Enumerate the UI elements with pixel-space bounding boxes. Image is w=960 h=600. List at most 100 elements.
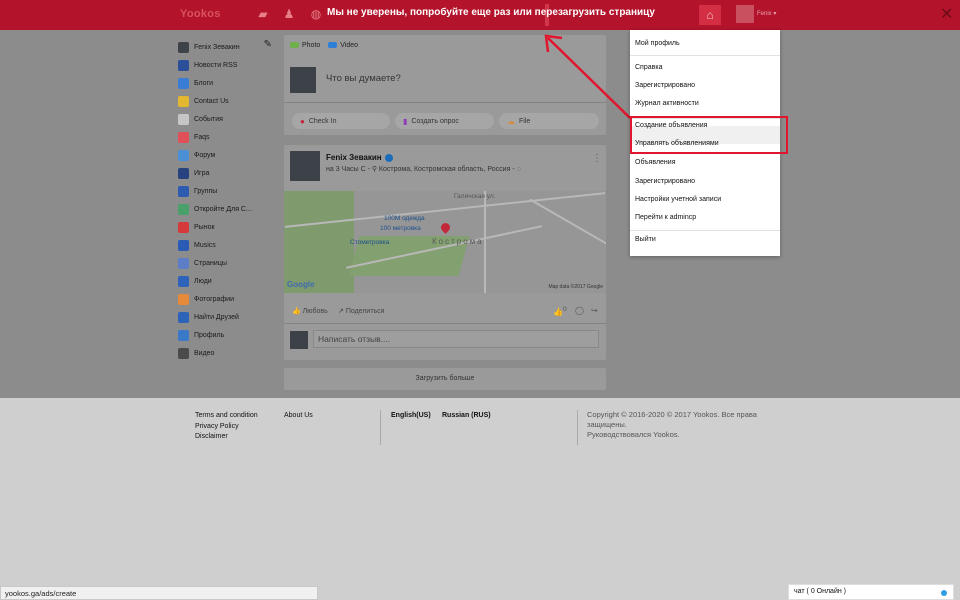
blog-icon [178, 77, 189, 89]
sidebar-item[interactable]: Форум [178, 146, 278, 164]
location-pin-icon: ● [300, 116, 305, 126]
highlight-box [630, 116, 788, 154]
find-friends-icon [178, 311, 189, 323]
news-icon [178, 59, 189, 71]
contact-icon [178, 95, 189, 107]
dropdown-item[interactable]: Справка [635, 64, 662, 71]
dropdown-item[interactable]: Выйти [635, 236, 656, 243]
dropdown-item[interactable]: Зарегистрировано [635, 178, 695, 185]
friend-requests-icon[interactable]: ♟ [282, 7, 296, 21]
terms-link[interactable]: Terms and condition [195, 412, 258, 419]
privacy-link[interactable]: Privacy Policy [195, 423, 239, 430]
sidebar-item-label: Игра [194, 169, 210, 177]
chat-widget[interactable]: чат ( 0 Онлайн ) [788, 584, 954, 600]
discover-icon [178, 203, 189, 215]
calendar-icon [178, 113, 189, 125]
groups-icon [178, 185, 189, 197]
comment-icon[interactable]: ◯ [575, 306, 584, 315]
dropdown-item[interactable]: Объявления [635, 159, 676, 166]
sidebar-item-label: Contact Us [194, 97, 229, 105]
sidebar-item-label: Видео [194, 349, 215, 357]
like-button[interactable]: 👍 Любовь [292, 307, 328, 315]
sidebar-item[interactable]: Страницы [178, 254, 278, 272]
sidebar-item[interactable]: Фотографии [178, 290, 278, 308]
dropdown-item[interactable]: Журнал активности [635, 100, 699, 107]
main-content: Fenix Зевакин ✎ Новости RSS Блоги Contact Us… [0, 30, 960, 398]
sidebar-item[interactable]: Игра [178, 164, 278, 182]
location-map[interactable]: Галичская ул. 100М одежда 100 метровка С… [284, 191, 606, 293]
sidebar-item-label: Страницы [194, 259, 227, 267]
feed-post: Fenix Зевакин на 3 Часы С - ⚲ Кострома, … [284, 145, 606, 360]
avatar[interactable] [290, 151, 320, 181]
dropdown-item[interactable]: Перейти к admincp [635, 214, 696, 221]
globe-notifications-icon[interactable]: ◍ [309, 7, 323, 21]
sidebar-item-label: Новости RSS [194, 61, 238, 69]
people-icon [178, 275, 189, 287]
sidebar-item[interactable]: Группы [178, 182, 278, 200]
close-icon[interactable]: ✕ [940, 4, 953, 24]
sidebar-item-label: Найти Друзей [194, 313, 239, 321]
cloud-icon: ☁ [507, 116, 515, 126]
sidebar-item[interactable]: Найти Друзей [178, 308, 278, 326]
sidebar-item[interactable]: Люди [178, 272, 278, 290]
avatar [178, 41, 189, 53]
map-city-label: Кострома [432, 237, 484, 246]
forum-icon [178, 149, 189, 161]
edit-pencil-icon[interactable]: ✎ [264, 39, 272, 50]
sidebar-item-label: Fenix Зевакин [194, 43, 240, 51]
annotation-arrow [544, 34, 631, 119]
sidebar-item[interactable]: Fenix Зевакин ✎ [178, 38, 278, 56]
footer: Terms and condition Privacy Policy Discl… [0, 398, 960, 600]
yookos-logo[interactable]: Yookos [180, 8, 221, 20]
more-options-icon[interactable]: ⋮ [592, 153, 602, 164]
copyright: Copyright © 2016-2020 © 2017 Yookos. Все… [587, 410, 757, 439]
sidebar-item[interactable]: Видео [178, 344, 278, 362]
lang-english[interactable]: English(US) [391, 412, 431, 419]
sidebar-item-label: Фотографии [194, 295, 235, 303]
share-button[interactable]: ↗ Поделиться [338, 307, 384, 315]
sidebar-item[interactable]: Contact Us [178, 92, 278, 110]
google-logo: Google [287, 280, 315, 289]
load-more-button[interactable]: Загрузить больше [284, 368, 606, 390]
video-icon [328, 42, 338, 49]
messages-icon[interactable]: ▰ [256, 7, 270, 21]
sidebar-item[interactable]: Откройте Для С... [178, 200, 278, 218]
dropdown-item[interactable]: Мой профиль [635, 40, 680, 47]
sidebar-item[interactable]: Faqs [178, 128, 278, 146]
home-button[interactable]: ⌂ [699, 5, 721, 25]
disclaimer-link[interactable]: Disclaimer [195, 433, 228, 440]
sidebar-item[interactable]: Новости RSS [178, 56, 278, 74]
map-pin-icon [439, 221, 452, 234]
sidebar-item[interactable]: Рынок [178, 218, 278, 236]
dropdown-item[interactable]: Зарегистрировано [635, 82, 695, 89]
sidebar-item[interactable]: Musics [178, 236, 278, 254]
sidebar-item-label: Faqs [194, 133, 210, 141]
sidebar-item[interactable]: Блоги [178, 74, 278, 92]
sidebar-item-label: События [194, 115, 223, 123]
sidebar-item-label: Профиль [194, 331, 225, 339]
avatar [290, 67, 316, 93]
about-link[interactable]: About Us [284, 412, 313, 419]
like-count[interactable]: 👍0 [553, 306, 567, 317]
sidebar-item-label: Люди [194, 277, 212, 285]
post-author[interactable]: Fenix Зевакин [326, 153, 393, 162]
status-bar-url: yookos.ga/ads/create [0, 586, 318, 600]
user-avatar[interactable] [736, 5, 754, 23]
create-poll-button[interactable]: ▮ Создать опрос [395, 113, 494, 129]
lang-russian[interactable]: Russian (RUS) [442, 412, 491, 419]
user-menu-toggle[interactable]: Fenix ▾ [757, 10, 776, 17]
photo-icon [290, 42, 299, 49]
checkin-button[interactable]: ● Check In [292, 113, 390, 129]
share-icon[interactable]: ↪ [591, 306, 598, 315]
tab-photo[interactable]: Photo [290, 42, 320, 49]
tab-video[interactable]: Video [328, 42, 358, 49]
pages-icon [178, 257, 189, 269]
dropdown-item[interactable]: Настройки учетной записи [635, 196, 721, 203]
verified-icon [384, 153, 393, 162]
sidebar-item-label: Рынок [194, 223, 215, 231]
game-icon [178, 167, 189, 179]
status-input[interactable]: Что вы думаете? [326, 73, 401, 84]
sidebar-item[interactable]: Профиль [178, 326, 278, 344]
sidebar-item[interactable]: События [178, 110, 278, 128]
comment-input[interactable]: Написать отзыв.... [313, 330, 599, 348]
